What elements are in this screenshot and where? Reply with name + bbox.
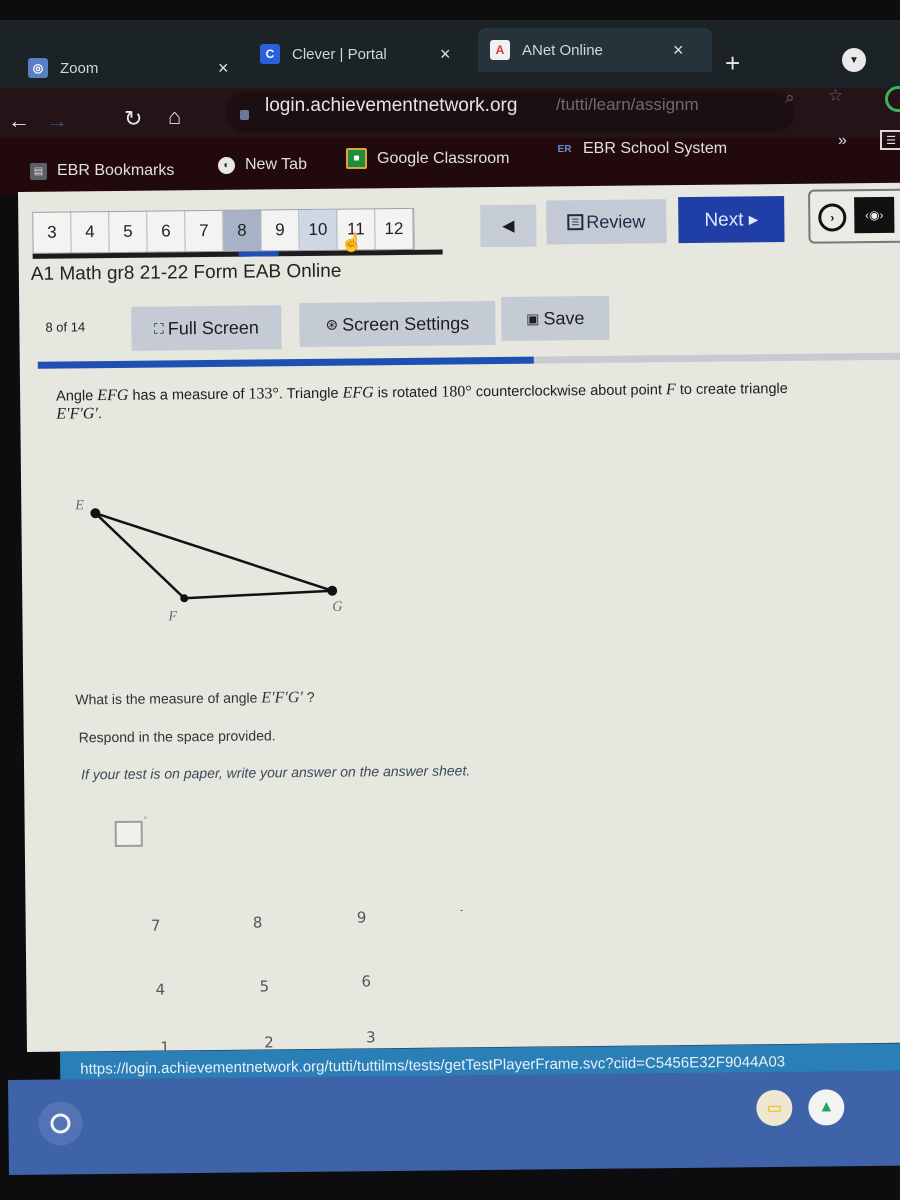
save-disk-icon: ▣ xyxy=(526,310,540,327)
test-player: 3 4 5 6 7 8 9 10 11 12 ☝ ◀ ☰ Review Next… xyxy=(18,182,900,1057)
globe-icon: ◐ xyxy=(218,156,235,174)
folder-icon: ▤ xyxy=(30,162,47,180)
question-nav-4[interactable]: 4 xyxy=(71,212,110,253)
keypad-key-minus[interactable]: - xyxy=(441,905,481,916)
star-icon[interactable]: ☆ xyxy=(828,86,843,106)
profile-dropdown-icon[interactable]: ▼ xyxy=(842,48,866,72)
point-g xyxy=(327,585,338,596)
tab-clever[interactable]: C Clever | Portal × xyxy=(260,44,460,64)
more-bookmarks-button[interactable]: » xyxy=(838,132,847,150)
google-drive-app-icon[interactable]: ▲ xyxy=(808,1089,845,1126)
question-nav-10[interactable]: 10 xyxy=(299,209,338,251)
math-image-triangle: E′F′G′ xyxy=(56,405,99,423)
question-nav-12[interactable]: 12 xyxy=(375,208,414,250)
math-point: F xyxy=(665,381,676,399)
next-button[interactable]: Next ▸ xyxy=(678,195,785,244)
keypad-key-3[interactable]: 3 xyxy=(351,1028,391,1046)
keypad-key-5[interactable]: 5 xyxy=(244,977,284,995)
segment-fg xyxy=(184,589,333,600)
review-button[interactable]: ☰ Review xyxy=(546,199,667,245)
tab-title: Zoom xyxy=(60,59,99,77)
bookmark-ebr-bookmarks[interactable]: ▤ EBR Bookmarks xyxy=(30,162,174,180)
tab-title: Clever | Portal xyxy=(292,45,387,63)
tab-zoom[interactable]: ◎ Zoom × xyxy=(28,58,248,78)
bookmark-ebr-school-system[interactable]: ER EBR School System xyxy=(556,140,728,158)
screen: ◎ Zoom × C Clever | Portal × A ANet Onli… xyxy=(0,0,900,1200)
home-button[interactable]: ⌂ xyxy=(168,104,181,130)
launcher-icon xyxy=(50,1113,71,1134)
question-counter: 8 of 14 xyxy=(45,319,86,335)
current-question-indicator xyxy=(238,251,279,257)
question-nav-3[interactable]: 3 xyxy=(33,212,72,253)
tab-strip: ◎ Zoom × C Clever | Portal × A ANet Onli… xyxy=(0,20,900,92)
keypad-key-8[interactable]: 8 xyxy=(238,913,278,931)
ebr-icon: ER xyxy=(557,143,572,155)
progress-fill xyxy=(37,356,534,369)
search-icon[interactable]: ⌕ xyxy=(785,88,795,108)
question-nav-9[interactable]: 9 xyxy=(261,210,300,251)
full-screen-button[interactable]: ⛶ Full Screen xyxy=(131,305,282,351)
bookmark-new-tab[interactable]: ◐ New Tab xyxy=(218,156,307,174)
classroom-icon: ■ xyxy=(346,148,367,169)
tools-panel: › ‹◉› xyxy=(808,188,900,244)
screen-settings-button[interactable]: ⊛ Screen Settings xyxy=(299,301,496,348)
math-measure: 133° xyxy=(248,385,279,403)
reading-list-icon[interactable]: ☰ xyxy=(880,130,900,150)
question-prompt: What is the measure of angle E′F′G′ ? xyxy=(75,688,315,708)
answer-input[interactable] xyxy=(114,820,143,848)
hand-cursor-icon: ☝ xyxy=(340,232,364,253)
question-nav-6[interactable]: 6 xyxy=(147,211,186,252)
label-g: G xyxy=(332,600,342,615)
label-f: F xyxy=(167,609,177,621)
full-screen-icon: ⛶ xyxy=(153,319,164,337)
question-nav-7[interactable]: 7 xyxy=(185,210,224,252)
paper-test-note: If your test is on paper, write your ans… xyxy=(81,762,471,783)
forward-button[interactable]: → xyxy=(46,108,68,134)
new-tab-button[interactable]: + xyxy=(725,48,740,79)
expand-tools-icon[interactable]: › xyxy=(818,203,847,232)
segment-ef xyxy=(94,512,186,600)
url-path[interactable]: /tutti/learn/assignm xyxy=(556,95,699,115)
bookmark-google-classroom[interactable]: ■ Google Classroom xyxy=(346,148,510,169)
back-button[interactable]: ← xyxy=(8,108,30,134)
math-prompt-angle: E′F′G′ xyxy=(261,689,304,707)
degree-unit: ° xyxy=(143,814,148,825)
label-e: E xyxy=(74,498,84,513)
review-icon: ☰ xyxy=(567,214,584,231)
url-host[interactable]: login.achievementnetwork.org xyxy=(265,95,517,117)
google-slides-app-icon[interactable]: ▭ xyxy=(756,1089,793,1127)
respond-instruction: Respond in the space provided. xyxy=(78,727,276,746)
lock-icon xyxy=(240,110,249,120)
accessibility-icon: ⊛ xyxy=(325,316,339,334)
math-triangle: EFG xyxy=(342,384,374,402)
close-tab-icon[interactable]: × xyxy=(673,40,684,61)
math-rotation: 180° xyxy=(441,383,472,401)
launcher-button[interactable] xyxy=(38,1101,83,1146)
keypad-key-6[interactable]: 6 xyxy=(346,972,386,990)
reload-button[interactable]: ↻ xyxy=(124,106,142,132)
line-reader-eye-icon[interactable]: ‹◉› xyxy=(854,196,895,234)
clever-icon: C xyxy=(260,44,280,64)
triangle-figure: E F G xyxy=(74,498,342,621)
question-nav-5[interactable]: 5 xyxy=(109,211,148,253)
question-stem: Angle EFG has a measure of 133°. Triangl… xyxy=(56,380,788,423)
save-button[interactable]: ▣ Save xyxy=(501,295,610,341)
tab-title: ANet Online xyxy=(522,41,603,59)
keypad-key-4[interactable]: 4 xyxy=(140,980,180,999)
segment-eg xyxy=(94,512,333,592)
os-shelf: ▭ ▲ xyxy=(8,1070,900,1175)
keypad-key-7[interactable]: 7 xyxy=(136,916,176,935)
tab-anet[interactable]: A ANet Online × xyxy=(478,28,712,72)
close-tab-icon[interactable]: × xyxy=(440,44,451,65)
math-angle: EFG xyxy=(97,386,129,405)
question-nav-8[interactable]: 8 xyxy=(223,210,262,251)
keypad-key-9[interactable]: 9 xyxy=(342,908,382,926)
test-title: A1 Math gr8 21-22 Form EAB Online xyxy=(30,260,342,285)
zoom-icon: ◎ xyxy=(28,58,48,78)
previous-page-button[interactable]: ◀ xyxy=(480,204,537,248)
anet-icon: A xyxy=(490,40,510,60)
close-tab-icon[interactable]: × xyxy=(218,58,229,79)
